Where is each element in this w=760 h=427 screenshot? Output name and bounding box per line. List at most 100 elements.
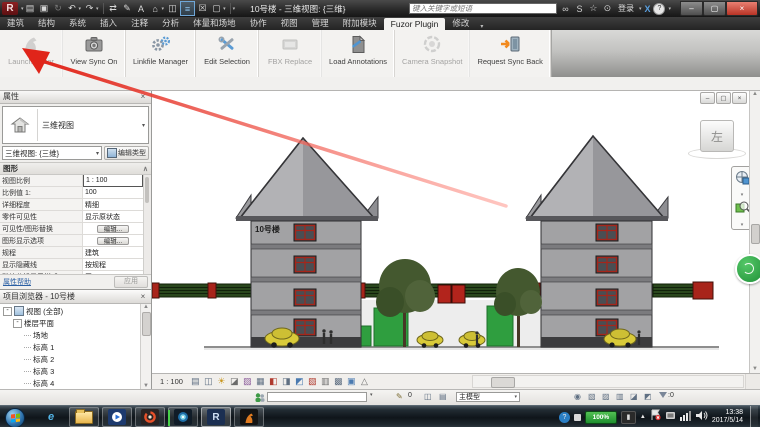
edit-visibility-button[interactable]: 编辑... xyxy=(97,225,129,233)
active-only-icon[interactable]: ▤ xyxy=(439,392,452,401)
tree-item-floor-plans[interactable]: - 楼层平面 xyxy=(0,317,140,329)
taskbar-clock[interactable]: 13:38 2017/5/14 xyxy=(712,409,746,425)
worksharing-display-icon[interactable]: ▥ xyxy=(319,376,332,388)
signin-label[interactable]: 登录 xyxy=(618,3,634,14)
edit-type-button[interactable]: 编辑类型 xyxy=(104,146,149,160)
volume-icon[interactable] xyxy=(696,408,708,426)
properties-close-icon[interactable]: × xyxy=(138,92,148,101)
vertical-scrollbar[interactable]: ▲ ▼ xyxy=(749,90,760,373)
taskbar-fuzor-button[interactable] xyxy=(234,407,264,427)
exchange-apps-icon[interactable]: X xyxy=(644,4,650,14)
tab-addins[interactable]: 附加模块 xyxy=(336,16,384,30)
subscription-center-icon[interactable]: S xyxy=(574,4,585,14)
property-row[interactable]: 详细程度 精细 xyxy=(0,199,143,211)
tab-analyze[interactable]: 分析 xyxy=(155,16,186,30)
type-selector-dropdown-icon[interactable]: ▾ xyxy=(142,122,148,129)
active-design-option-select[interactable]: 主模型 ▾ xyxy=(456,392,520,402)
tree-item-level-1[interactable]: 标高 1 xyxy=(0,341,140,353)
launch-fuzor-button[interactable]: Launch Fuzor xyxy=(0,30,63,77)
tree-item-level-4[interactable]: 标高 4 xyxy=(0,377,140,389)
project-browser-close-icon[interactable]: × xyxy=(138,292,148,301)
sync-with-central-icon[interactable]: ↻ xyxy=(52,2,65,15)
horizontal-scrollbar[interactable] xyxy=(472,375,744,388)
customize-qat-dropdown-icon[interactable]: ▾ xyxy=(233,6,236,12)
linkfile-manager-button[interactable]: Linkfile Manager xyxy=(126,30,196,77)
taskbar-explorer-button[interactable] xyxy=(69,407,99,427)
redo-icon[interactable]: ↷ xyxy=(83,2,96,15)
unlocked-view-icon[interactable]: ◨ xyxy=(280,376,293,388)
project-browser-header[interactable]: 项目浏览器 - 10号楼 × xyxy=(0,290,151,304)
property-row[interactable]: 可见性/图形替换 编辑... xyxy=(0,223,143,235)
tray-app-icon[interactable] xyxy=(574,414,581,421)
view-filter-select[interactable]: 三维视图: {三维} ▾ xyxy=(2,146,102,160)
undo-dropdown-icon[interactable]: ▾ xyxy=(79,6,82,12)
scrollbar-thumb[interactable] xyxy=(491,377,515,388)
scroll-up-icon[interactable]: ▲ xyxy=(141,304,151,310)
select-by-face-toggle-icon[interactable]: ◪ xyxy=(630,392,643,401)
restore-button[interactable]: ▢ xyxy=(703,1,726,16)
battery-meter[interactable]: 100% xyxy=(585,411,617,424)
action-center-flag-icon[interactable] xyxy=(650,408,661,426)
save-icon[interactable]: ▣ xyxy=(38,2,51,15)
property-row[interactable]: 零件可见性 显示原状态 xyxy=(0,211,143,223)
property-row[interactable]: 显示隐藏线 按规程 xyxy=(0,259,143,271)
close-button[interactable]: × xyxy=(726,1,758,16)
help-dropdown-icon[interactable]: ▾ xyxy=(668,6,671,12)
search-input[interactable] xyxy=(409,3,557,14)
fbx-replace-button[interactable]: FBX Replace xyxy=(259,30,322,77)
entrance-gate[interactable] xyxy=(438,285,465,303)
highlight-displacement-icon[interactable]: △ xyxy=(358,376,371,388)
graphics-section-header[interactable]: 图形 ∧ xyxy=(0,162,151,175)
scrollbar-thumb[interactable] xyxy=(751,224,760,244)
reveal-hidden-elements-icon[interactable]: ▧ xyxy=(306,376,319,388)
view-sync-on-button[interactable]: View Sync On xyxy=(63,30,126,77)
show-desktop-button[interactable] xyxy=(750,406,758,427)
tab-collaborate[interactable]: 协作 xyxy=(243,16,274,30)
help-icon[interactable]: ? xyxy=(653,3,665,15)
view-restore-icon[interactable]: ▢ xyxy=(716,92,731,104)
viewcube[interactable]: 左 xyxy=(700,120,734,152)
minimize-button[interactable]: – xyxy=(680,1,703,16)
property-row[interactable]: 比例值 1: 100 xyxy=(0,187,143,199)
model-3d-view[interactable]: 10号楼 xyxy=(152,90,759,373)
taskbar-ie-button[interactable]: e xyxy=(36,407,66,427)
request-sync-back-button[interactable]: Request Sync Back xyxy=(470,30,550,77)
section-collapse-icon[interactable]: ∧ xyxy=(143,165,148,173)
property-value[interactable]: 建筑 xyxy=(83,247,143,258)
power-plug-icon[interactable]: ▮ xyxy=(621,411,636,424)
property-value[interactable]: 显示原状态 xyxy=(83,211,143,222)
rendering-dialog-icon[interactable]: ▨ xyxy=(241,376,254,388)
select-pinned-toggle-icon[interactable]: ▥ xyxy=(616,392,629,401)
taskbar-media-player-button[interactable] xyxy=(102,407,132,427)
person[interactable] xyxy=(329,330,332,344)
taskbar-swirl-app-button[interactable] xyxy=(135,407,165,427)
browser-scrollbar[interactable]: ▲ ▼ xyxy=(140,304,151,389)
undo-icon[interactable]: ↶ xyxy=(66,2,79,15)
tree-item-site[interactable]: 场地 xyxy=(0,329,140,341)
tree-item-level-3[interactable]: 标高 3 xyxy=(0,365,140,377)
active-workset-field[interactable] xyxy=(267,392,367,402)
load-annotations-button[interactable]: Load Annotations xyxy=(322,30,395,77)
start-button[interactable] xyxy=(5,408,25,427)
tab-systems[interactable]: 系统 xyxy=(62,16,93,30)
properties-help-link[interactable]: 属性帮助 xyxy=(3,277,31,287)
crop-view-icon[interactable]: ▦ xyxy=(254,376,267,388)
signin-dropdown-icon[interactable]: ▾ xyxy=(639,6,642,12)
scroll-up-icon[interactable]: ▲ xyxy=(750,91,760,97)
tab-manage[interactable]: 管理 xyxy=(305,16,336,30)
switch-windows-dropdown-icon[interactable]: ▾ xyxy=(223,6,226,12)
ime-system-icon[interactable] xyxy=(665,408,676,426)
drag-on-selection-toggle-icon[interactable]: ◩ xyxy=(644,392,657,401)
switch-windows-icon[interactable]: ▢ xyxy=(210,2,223,15)
fence-band-right[interactable] xyxy=(653,282,713,299)
steering-wheel-icon[interactable] xyxy=(735,170,750,190)
default-3d-view-icon[interactable]: ⌂ xyxy=(149,2,162,15)
property-row[interactable]: 规程 建筑 xyxy=(0,247,143,259)
close-inactive-windows-icon[interactable]: ☒ xyxy=(196,2,209,15)
network-signal-icon[interactable] xyxy=(680,408,692,426)
worksets-icon[interactable] xyxy=(254,392,265,403)
edit-graphic-display-button[interactable]: 编辑... xyxy=(97,237,129,245)
scroll-down-icon[interactable]: ▼ xyxy=(750,366,760,372)
select-underlay-toggle-icon[interactable]: ▨ xyxy=(602,392,615,401)
scrollbar-thumb[interactable] xyxy=(142,312,151,336)
